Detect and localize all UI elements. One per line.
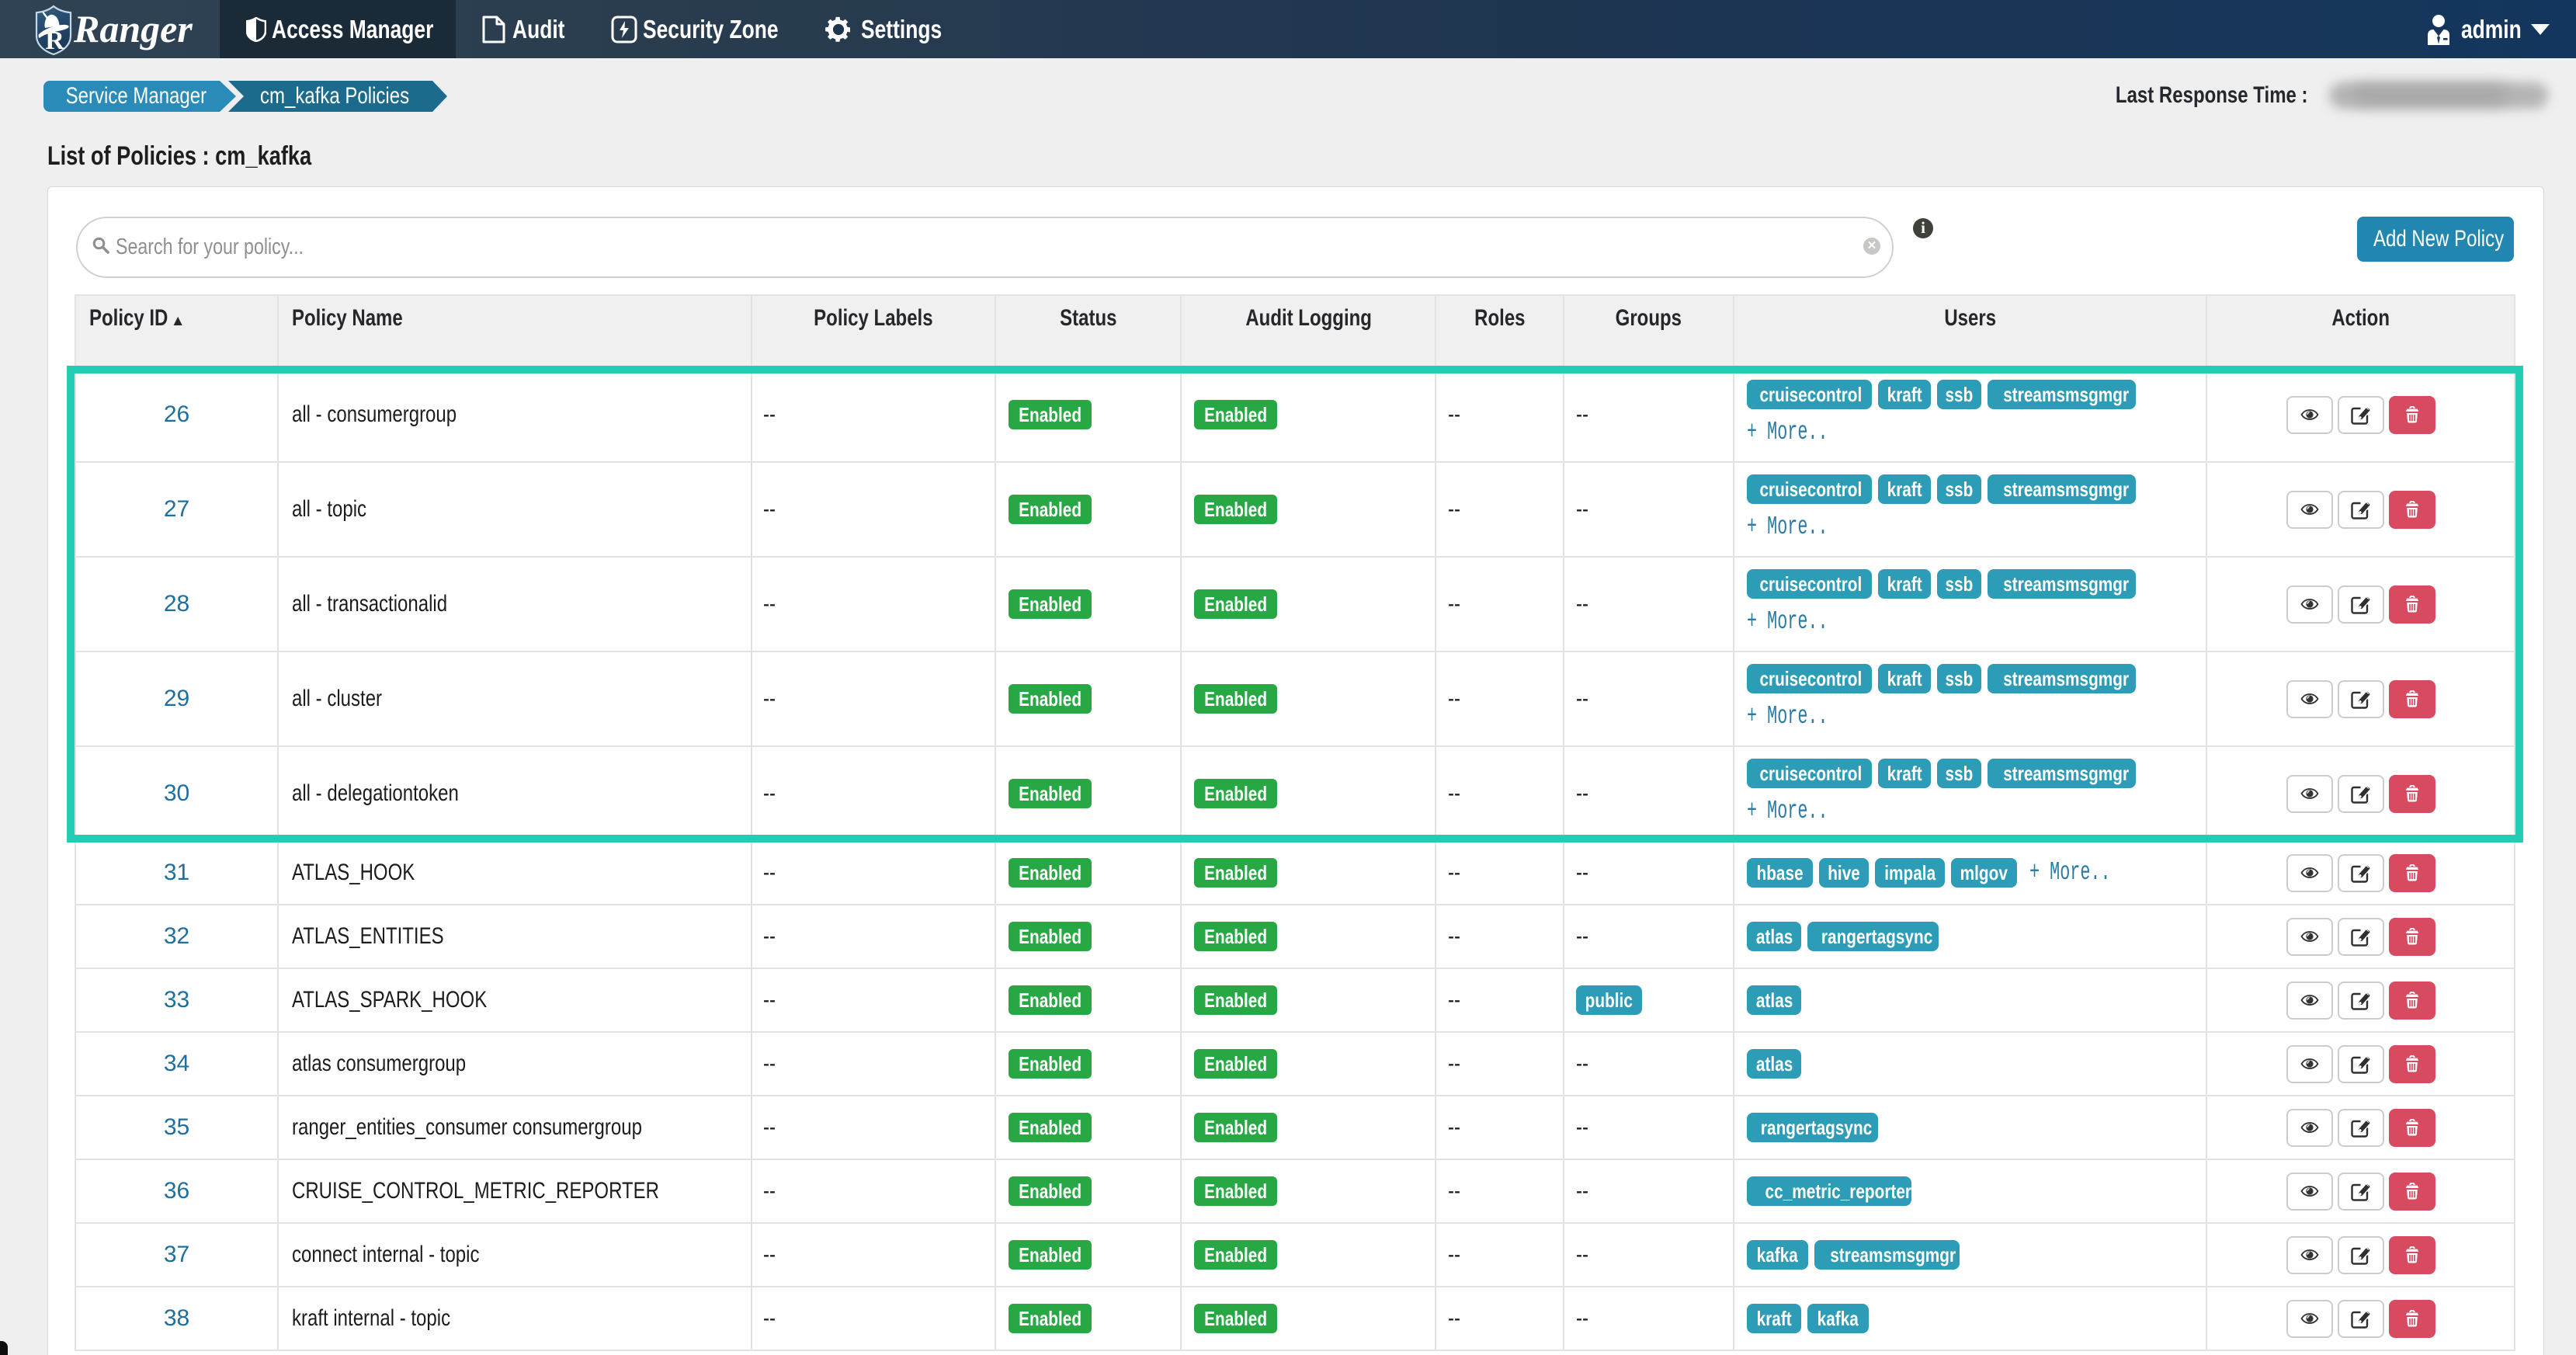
svg-text:R: R	[45, 26, 64, 55]
